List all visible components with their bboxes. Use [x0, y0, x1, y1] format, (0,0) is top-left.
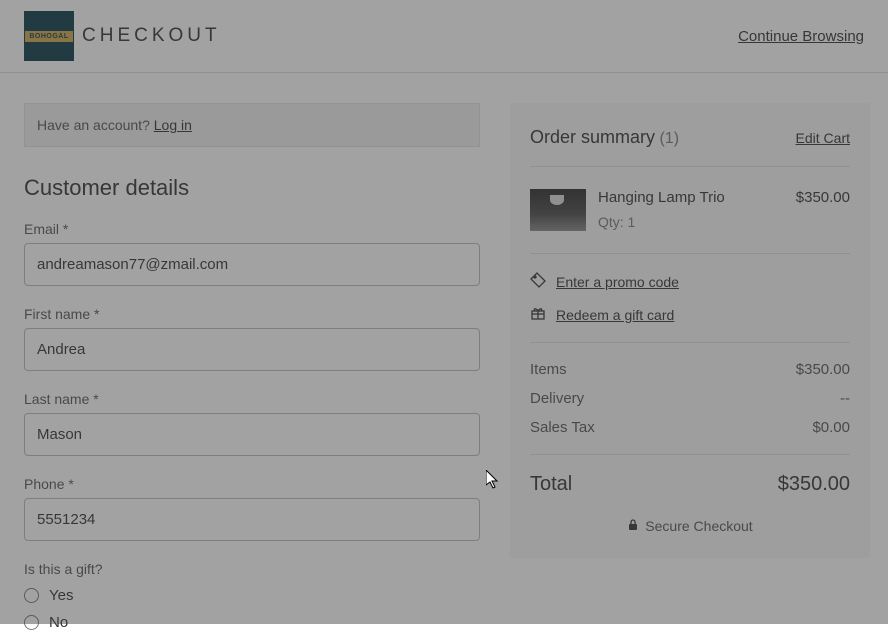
gift-card-link[interactable]: Redeem a gift card	[530, 305, 850, 324]
delivery-row: Delivery --	[530, 390, 850, 407]
gift-yes-label: Yes	[49, 587, 73, 604]
first-name-group: First name *	[24, 306, 480, 371]
items-value: $350.00	[796, 361, 850, 378]
item-thumbnail	[530, 189, 586, 231]
items-row: Items $350.00	[530, 361, 850, 378]
delivery-value: --	[840, 390, 850, 407]
gift-group: Is this a gift? Yes No	[24, 561, 480, 631]
gift-no-radio[interactable]	[24, 615, 39, 630]
edit-cart-link[interactable]: Edit Cart	[796, 130, 850, 146]
item-price: $350.00	[796, 189, 850, 231]
phone-label: Phone *	[24, 476, 480, 492]
promo-code-link[interactable]: Enter a promo code	[530, 272, 850, 291]
tax-label: Sales Tax	[530, 419, 595, 436]
email-label: Email *	[24, 221, 480, 237]
customer-details-heading: Customer details	[24, 175, 480, 201]
total-label: Total	[530, 473, 572, 496]
gift-no-option[interactable]: No	[24, 614, 480, 631]
continue-browsing-link[interactable]: Continue Browsing	[738, 28, 864, 45]
summary-header: Order summary (1) Edit Cart	[530, 127, 850, 148]
secure-checkout-label: Secure Checkout	[645, 518, 752, 534]
first-name-input[interactable]	[24, 328, 480, 371]
summary-title: Order summary	[530, 127, 655, 147]
tag-icon	[530, 272, 546, 291]
gift-label: Is this a gift?	[24, 561, 480, 577]
item-qty: Qty: 1	[598, 214, 784, 230]
phone-group: Phone *	[24, 476, 480, 541]
gift-card-label: Redeem a gift card	[556, 307, 674, 323]
email-input[interactable]	[24, 243, 480, 286]
login-link[interactable]: Log in	[154, 117, 192, 133]
promo-code-label: Enter a promo code	[556, 274, 679, 290]
gift-yes-radio[interactable]	[24, 588, 39, 603]
delivery-label: Delivery	[530, 390, 584, 407]
header-left: BOHOGAL CHECKOUT	[24, 11, 221, 61]
order-summary-panel: Order summary (1) Edit Cart Hanging Lamp…	[510, 103, 870, 558]
main-content: Have an account? Log in Customer details…	[0, 73, 888, 631]
item-info: Hanging Lamp Trio Qty: 1	[598, 189, 784, 231]
cart-item: Hanging Lamp Trio Qty: 1 $350.00	[530, 167, 850, 253]
item-name: Hanging Lamp Trio	[598, 189, 784, 206]
page-title: CHECKOUT	[82, 25, 221, 47]
last-name-label: Last name *	[24, 391, 480, 407]
gift-yes-option[interactable]: Yes	[24, 587, 480, 604]
header: BOHOGAL CHECKOUT Continue Browsing	[0, 0, 888, 73]
phone-input[interactable]	[24, 498, 480, 541]
totals-section: Items $350.00 Delivery -- Sales Tax $0.0…	[530, 343, 850, 454]
items-label: Items	[530, 361, 567, 378]
last-name-input[interactable]	[24, 413, 480, 456]
promo-links: Enter a promo code Redeem a gift card	[530, 254, 850, 342]
account-prompt: Have an account?	[37, 117, 154, 133]
grand-total-row: Total $350.00	[530, 455, 850, 496]
last-name-group: Last name *	[24, 391, 480, 456]
brand-logo: BOHOGAL	[24, 11, 74, 61]
tax-row: Sales Tax $0.00	[530, 419, 850, 436]
account-banner: Have an account? Log in	[24, 103, 480, 147]
total-value: $350.00	[778, 473, 850, 496]
gift-radio-group: Yes No	[24, 587, 480, 631]
email-group: Email *	[24, 221, 480, 286]
secure-checkout-badge: Secure Checkout	[530, 518, 850, 534]
tax-value: $0.00	[812, 419, 850, 436]
summary-count: (1)	[659, 130, 679, 147]
gift-icon	[530, 305, 546, 324]
lock-icon	[627, 518, 639, 534]
first-name-label: First name *	[24, 306, 480, 322]
customer-details-column: Have an account? Log in Customer details…	[24, 103, 480, 631]
gift-no-label: No	[49, 614, 68, 631]
